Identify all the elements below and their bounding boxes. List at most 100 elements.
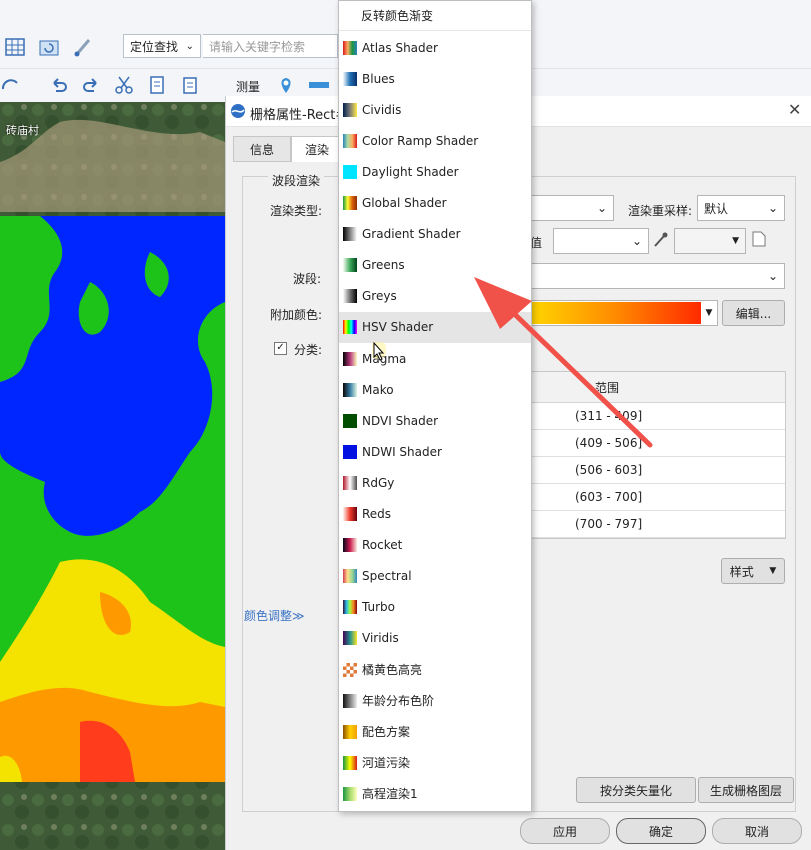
menu-item-label: Spectral — [362, 569, 412, 584]
eyedropper-icon[interactable] — [652, 231, 668, 252]
render-type-select[interactable]: ⌄ — [530, 195, 614, 221]
band-label: 波段: — [293, 272, 322, 286]
menu-item[interactable]: RdGy — [339, 467, 531, 498]
table-row[interactable]: (506 - 603] — [531, 457, 785, 484]
tab-info[interactable]: 信息 — [233, 136, 291, 162]
menu-item-label: Reds — [362, 507, 392, 521]
edit-button[interactable]: 编辑... — [722, 300, 785, 326]
resample-select[interactable]: 默认 ⌄ — [697, 195, 785, 221]
apply-button-label: 应用 — [552, 824, 577, 839]
locate-combo[interactable]: 定位查找 ⌄ — [123, 34, 201, 58]
ramp-swatch-icon — [343, 71, 357, 86]
style-button[interactable]: 样式 ▼ — [721, 558, 785, 584]
color-picker[interactable]: ▼ — [674, 228, 746, 254]
scissors-icon[interactable] — [113, 74, 135, 96]
menu-item[interactable]: 高程渲染1 — [339, 778, 531, 809]
ramp-swatch-icon — [343, 196, 357, 210]
menu-item[interactable]: Global Shader — [339, 188, 531, 219]
clear-icon[interactable] — [752, 231, 766, 250]
menu-item[interactable]: Viridis — [339, 623, 531, 654]
mouse-cursor-icon — [369, 341, 387, 365]
caret-down-icon: ▼ — [705, 308, 713, 318]
menu-item-label: Global Shader — [362, 196, 447, 210]
ruler-icon[interactable] — [308, 74, 330, 96]
locate-combo-label: 定位查找 — [130, 39, 179, 54]
search-placeholder: 请输入关键字检索 — [209, 39, 306, 54]
ok-button[interactable]: 确定 — [616, 818, 706, 844]
menu-item[interactable]: 河道污染 — [339, 747, 531, 778]
table-row[interactable]: (700 - 797] — [531, 511, 785, 538]
color-adjust-link[interactable]: 颜色调整≫ — [244, 607, 305, 624]
menu-item[interactable]: Gradient Shader — [339, 219, 531, 250]
vectorize-button-label: 按分类矢量化 — [599, 783, 672, 798]
grid-layer-icon[interactable] — [4, 36, 26, 58]
menu-item-label: Cividis — [362, 102, 402, 117]
ramp-swatch-icon — [343, 40, 357, 55]
classify-checkbox[interactable]: ✓ — [274, 342, 287, 355]
tab-render[interactable]: 渲染 — [291, 136, 343, 162]
menu-item[interactable]: Atlas Shader — [339, 32, 531, 63]
measure-label[interactable]: 测量 — [236, 78, 260, 95]
caret-down-icon: ▼ — [769, 566, 777, 576]
menu-item-label: Greys — [362, 289, 397, 304]
menu-item[interactable]: 橘黄色高亮 — [339, 654, 531, 685]
brush-icon[interactable] — [72, 36, 94, 58]
menu-item[interactable]: 年龄分布色阶 — [339, 685, 531, 716]
style-button-label: 样式 — [729, 564, 754, 579]
location-pin-icon[interactable] — [275, 74, 297, 96]
menu-item[interactable]: Cividis — [339, 94, 531, 125]
ramp-swatch-icon — [343, 631, 357, 646]
menu-item[interactable]: 配色方案 — [339, 716, 531, 747]
menu-item-label: Gradient Shader — [362, 227, 461, 242]
lasso-icon[interactable] — [0, 74, 22, 96]
extra-color-label: 附加颜色: — [270, 308, 323, 322]
raster-map-view[interactable] — [0, 102, 225, 850]
tab-info-label: 信息 — [249, 142, 274, 157]
ramp-swatch-icon — [343, 320, 357, 335]
paste-icon[interactable] — [179, 74, 201, 96]
menu-item[interactable]: Reds — [339, 499, 531, 530]
value-select[interactable]: ⌄ — [553, 228, 649, 254]
ramp-swatch-icon — [343, 662, 357, 677]
search-input[interactable]: 请输入关键字检索 — [203, 34, 338, 58]
menu-item[interactable]: Turbo — [339, 592, 531, 623]
menu-item-label: 橘黄色高亮 — [362, 663, 423, 677]
menu-item-label: NDWI Shader — [362, 444, 442, 459]
redo-icon[interactable] — [80, 74, 102, 96]
chevron-down-icon: ⌄ — [596, 201, 607, 215]
menu-item-label: HSV Shader — [362, 320, 434, 335]
vectorize-button[interactable]: 按分类矢量化 — [576, 777, 696, 803]
caret-down-icon: ▼ — [732, 236, 739, 246]
ramp-swatch-icon — [343, 755, 357, 770]
copy-icon[interactable] — [146, 74, 168, 96]
close-icon[interactable]: ✕ — [788, 100, 801, 119]
ramp-swatch-icon — [343, 507, 357, 521]
chevron-down-icon: ⌄ — [767, 269, 778, 283]
apply-button[interactable]: 应用 — [520, 818, 610, 844]
menu-item[interactable]: Spectral — [339, 561, 531, 592]
ramp-swatch-icon — [343, 227, 357, 242]
menu-item-label: Mako — [362, 382, 394, 397]
menu-item[interactable]: Rocket — [339, 530, 531, 561]
menu-item[interactable]: Blues — [339, 63, 531, 94]
menu-item-label: Viridis — [362, 631, 399, 646]
ramp-swatch-icon — [343, 258, 357, 273]
menu-item-label: NDVI Shader — [362, 413, 439, 428]
generate-layer-button[interactable]: 生成栅格图层 — [698, 777, 794, 803]
range-cell: (603 - 700] — [575, 490, 643, 504]
cancel-button[interactable]: 取消 — [712, 818, 802, 844]
table-row[interactable]: (603 - 700] — [531, 484, 785, 511]
undo-icon[interactable] — [48, 74, 70, 96]
cancel-button-label: 取消 — [744, 824, 769, 839]
generate-button-label: 生成栅格图层 — [709, 783, 782, 798]
menu-item[interactable]: Color Ramp Shader — [339, 125, 531, 156]
ramp-swatch-icon — [343, 102, 357, 117]
folder-refresh-icon[interactable] — [38, 36, 60, 58]
menu-item-label: Atlas Shader — [362, 40, 438, 55]
menu-item[interactable]: Daylight Shader — [339, 156, 531, 187]
chevron-down-icon: ⌄ — [631, 234, 642, 248]
ramp-swatch-icon — [343, 786, 357, 801]
menu-item-invert-ramp[interactable]: 反转颜色渐变 — [339, 1, 531, 31]
chevron-down-icon: ⌄ — [185, 40, 194, 52]
range-cell: (700 - 797] — [575, 517, 643, 531]
